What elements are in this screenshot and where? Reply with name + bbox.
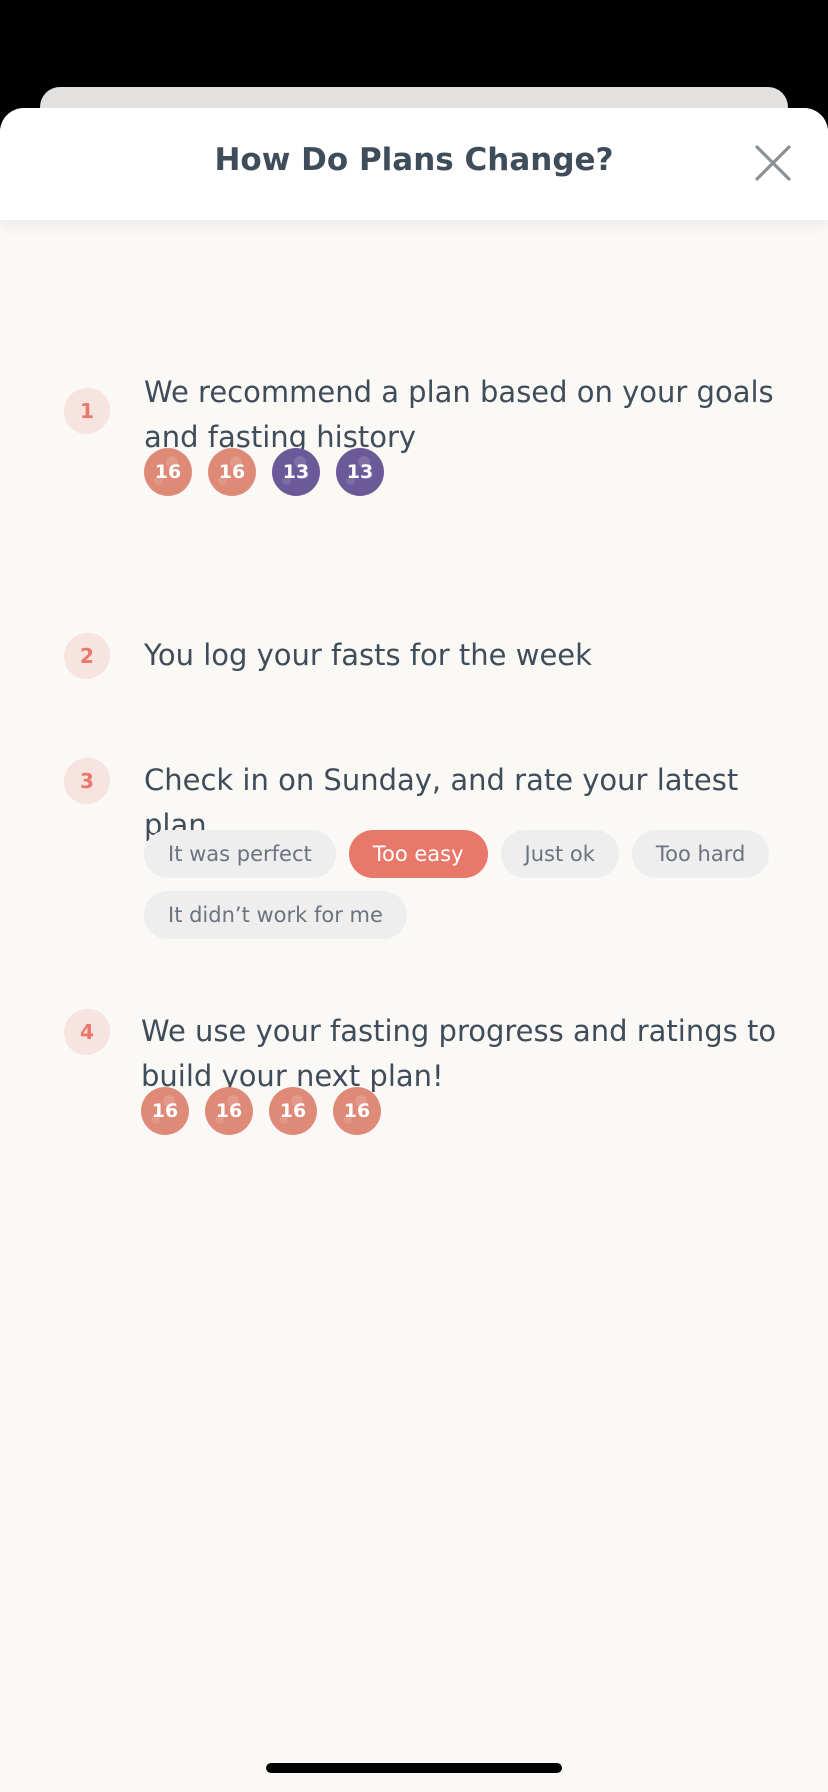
rating-chip-too-easy[interactable]: Too easy — [348, 830, 488, 878]
step-description: We use your fasting progress and ratings… — [141, 1014, 777, 1093]
step-number-badge: 3 — [64, 758, 110, 804]
step-number-badge: 4 — [64, 1009, 110, 1055]
sheet-header: How Do Plans Change? — [0, 108, 828, 220]
plans-change-sheet: How Do Plans Change? 1 We recommend a pl… — [0, 108, 828, 1792]
plan-day-circles: 16 16 13 13 — [144, 448, 384, 496]
home-indicator — [266, 1763, 562, 1773]
fasting-day-circle: 16 — [333, 1087, 381, 1135]
rating-chip-it-was-perfect[interactable]: It was perfect — [144, 830, 336, 878]
fasting-day-circle: 13 — [336, 448, 384, 496]
rating-chip-just-ok[interactable]: Just ok — [500, 830, 619, 878]
rating-chip-too-hard[interactable]: Too hard — [631, 830, 770, 878]
rating-chip-didnt-work[interactable]: It didn’t work for me — [144, 891, 407, 939]
fasting-day-circle: 16 — [205, 1087, 253, 1135]
next-plan-day-circles: 16 16 16 16 — [141, 1087, 381, 1135]
fasting-day-circle: 13 — [272, 448, 320, 496]
page-title: How Do Plans Change? — [214, 142, 614, 178]
fasting-day-circle: 16 — [269, 1087, 317, 1135]
close-button[interactable] — [754, 144, 792, 182]
step-number-badge: 1 — [64, 388, 110, 434]
rating-chips: It was perfect Too easy Just ok Too hard… — [144, 830, 784, 939]
fasting-day-circle: 16 — [208, 448, 256, 496]
fasting-day-circle: 16 — [144, 448, 192, 496]
step-description: You log your fasts for the week — [144, 638, 592, 672]
step-description: We recommend a plan based on your goals … — [144, 375, 774, 454]
fasting-day-circle: 16 — [141, 1087, 189, 1135]
step-number-badge: 2 — [64, 633, 110, 679]
close-icon — [755, 145, 791, 181]
